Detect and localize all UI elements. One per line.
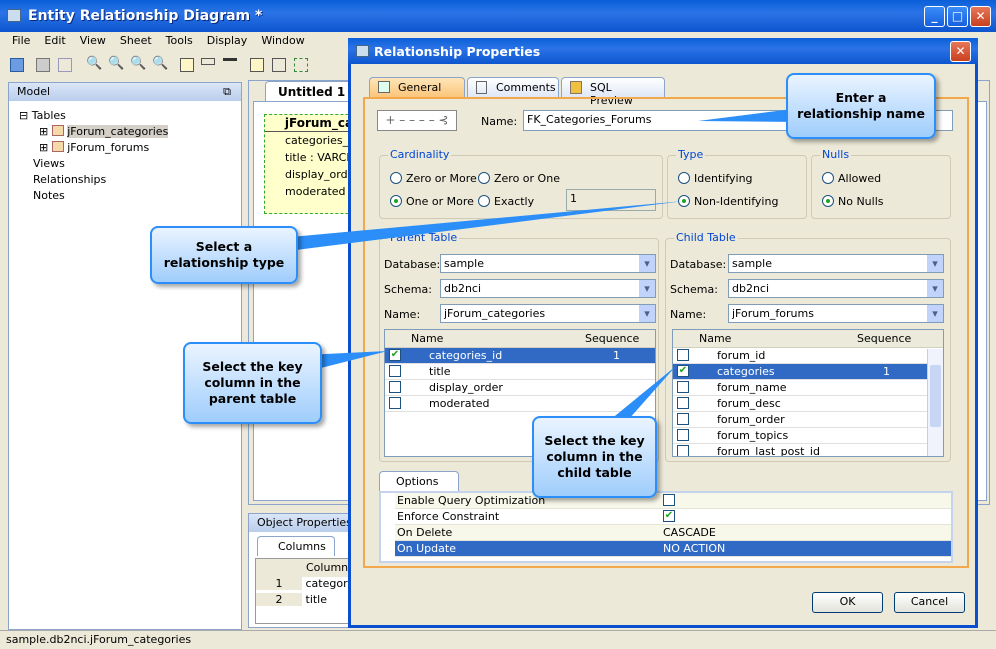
callout-parent-key: Select the key column in the parent tabl… xyxy=(183,342,322,424)
callout-enter-name: Enter a relationship name xyxy=(786,73,936,139)
callout-select-type: Select a relationship type xyxy=(150,226,298,284)
pointer-child xyxy=(610,366,676,420)
pointer-name xyxy=(698,108,800,122)
callout-child-key: Select the key column in the child table xyxy=(532,416,657,498)
pointer-type xyxy=(280,201,684,252)
